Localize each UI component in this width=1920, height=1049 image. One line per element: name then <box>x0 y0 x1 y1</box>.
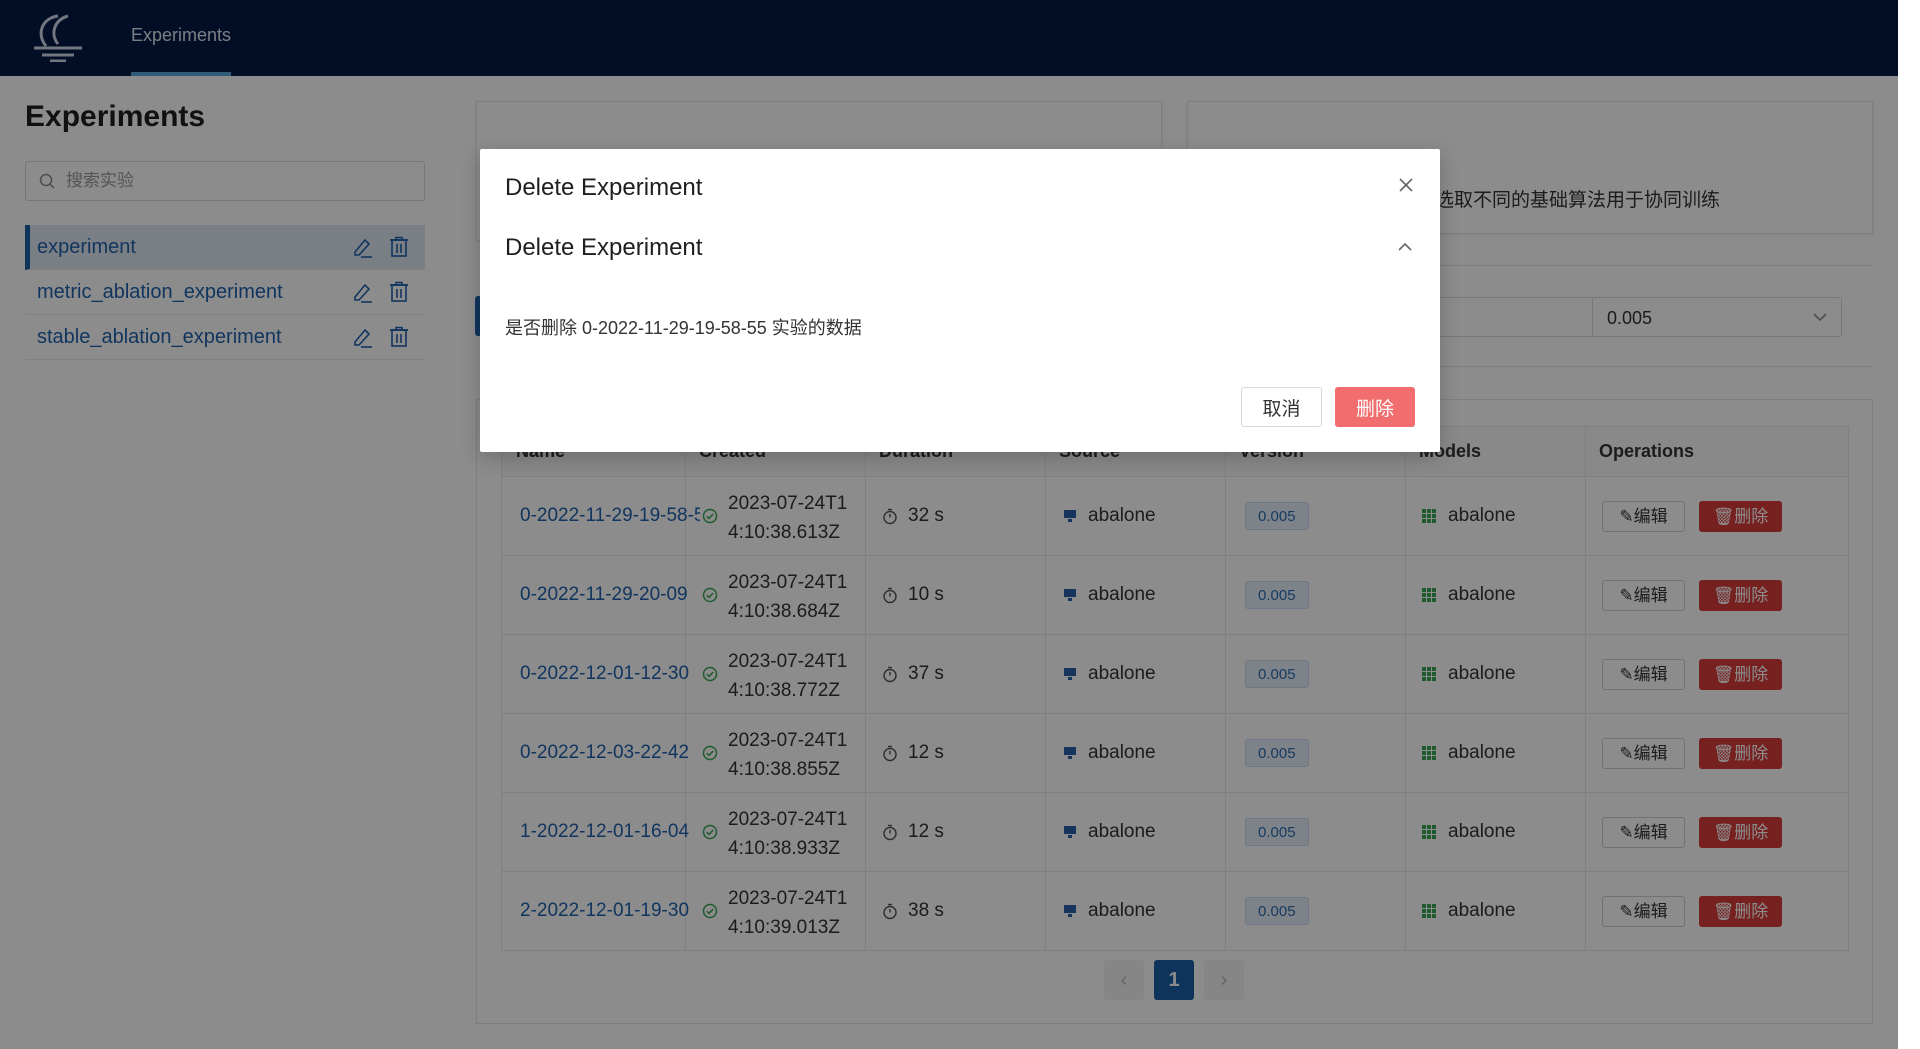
modal-title: Delete Experiment <box>505 174 703 201</box>
cancel-button[interactable]: 取消 <box>1241 387 1322 427</box>
scrollbar-gutter <box>1898 0 1920 1049</box>
confirm-delete-button[interactable]: 删除 <box>1335 387 1415 427</box>
close-icon[interactable] <box>1398 177 1414 193</box>
modal-subtitle: Delete Experiment <box>505 234 703 261</box>
modal-confirm-text: 是否删除 0-2022-11-29-19-58-55 实验的数据 <box>505 318 862 338</box>
delete-experiment-modal: Delete Experiment Delete Experiment 是否删除… <box>480 149 1440 452</box>
chevron-up-icon[interactable] <box>1398 242 1412 252</box>
